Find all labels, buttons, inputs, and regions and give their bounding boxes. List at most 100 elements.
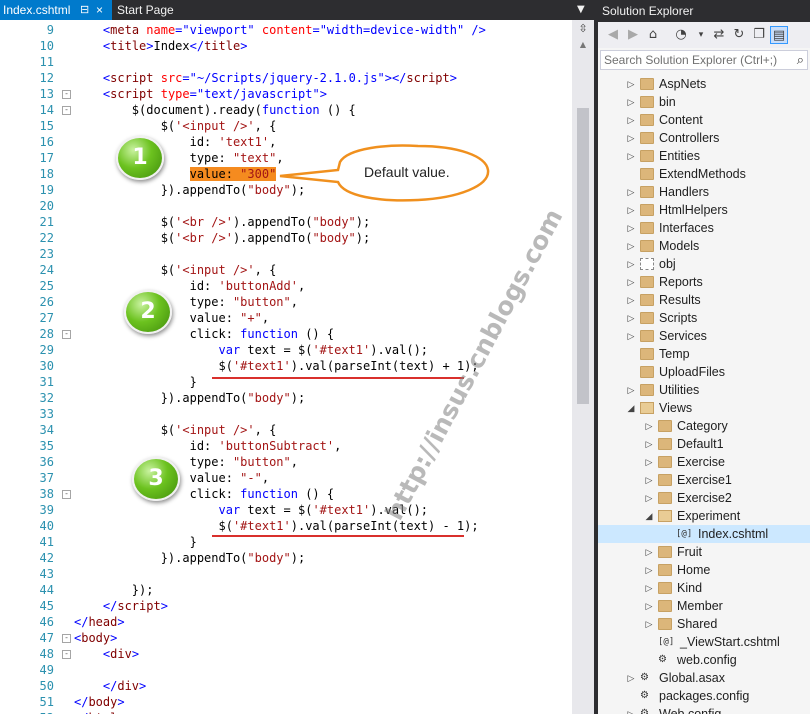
expand-arrow-icon[interactable]: ▷	[644, 453, 654, 471]
tree-node[interactable]: ▷ Kind	[598, 579, 810, 597]
tree-node[interactable]: ▷ Exercise1	[598, 471, 810, 489]
expand-arrow-icon[interactable]: ▷	[644, 471, 654, 489]
expand-arrow-icon[interactable]: ▷	[644, 579, 654, 597]
tree-node[interactable]: ▷ Default1	[598, 435, 810, 453]
tab-index-cshtml[interactable]: Index.cshtml ⊟ ×	[0, 0, 112, 20]
sync-icon[interactable]: ◔	[672, 26, 690, 44]
expand-arrow-icon[interactable]: ▷	[626, 183, 636, 201]
tab-dropdown-icon[interactable]: ▼	[577, 0, 585, 20]
code-line[interactable]: 12 <script src="~/Scripts/jquery-2.1.0.j…	[0, 70, 572, 86]
scroll-up-icon[interactable]: ▲	[575, 40, 591, 49]
expand-arrow-icon[interactable]: ▷	[626, 291, 636, 309]
search-icon[interactable]: ⌕	[797, 51, 804, 69]
refresh-icon[interactable]: ↻	[730, 26, 748, 44]
fold-toggle-icon[interactable]: -	[62, 90, 71, 99]
expand-arrow-icon[interactable]: ▷	[626, 669, 636, 687]
tab-start-page[interactable]: Start Page	[114, 0, 204, 20]
code-line[interactable]: 24 $('<input />', {	[0, 262, 572, 278]
expand-arrow-icon[interactable]: ▷	[626, 273, 636, 291]
tree-node[interactable]: ▷ Results	[598, 291, 810, 309]
tree-node[interactable]: ▷ Shared	[598, 615, 810, 633]
code-line[interactable]: 48- <div>	[0, 646, 572, 662]
code-line[interactable]: 51 </body>	[0, 694, 572, 710]
tree-node[interactable]: ⚙ web.config	[598, 651, 810, 669]
code-line[interactable]: 37 value: "-",	[0, 470, 572, 486]
tree-node[interactable]: ▷ Content	[598, 111, 810, 129]
code-line[interactable]: 46 </head>	[0, 614, 572, 630]
expand-arrow-icon[interactable]: ▷	[626, 237, 636, 255]
code-line[interactable]: 49	[0, 662, 572, 678]
back-icon[interactable]: ◀	[604, 26, 622, 44]
tree-node[interactable]: ▷ AspNets	[598, 75, 810, 93]
code-line[interactable]: 44 });	[0, 582, 572, 598]
code-line[interactable]: 40 $('#text1').val(parseInt(text) - 1);	[0, 518, 572, 534]
expand-arrow-icon[interactable]: ▷	[626, 129, 636, 147]
tree-node[interactable]: ▷ Fruit	[598, 543, 810, 561]
code-line[interactable]: 13- <script type="text/javascript">	[0, 86, 572, 102]
home-icon[interactable]: ⌂	[644, 26, 662, 44]
code-line[interactable]: 15 $('<input />', {	[0, 118, 572, 134]
code-line[interactable]: 9 <meta name="viewport" content="width=d…	[0, 22, 572, 38]
expand-arrow-icon[interactable]: ▷	[644, 615, 654, 633]
tree-node[interactable]: ▷ Home	[598, 561, 810, 579]
expand-arrow-icon[interactable]: ▷	[626, 705, 636, 714]
collapse-all-icon[interactable]: ❐	[750, 26, 768, 44]
tree-node[interactable]: ▷ HtmlHelpers	[598, 201, 810, 219]
tree-node[interactable]: ▷ Reports	[598, 273, 810, 291]
collapse-arrow-icon[interactable]: ◢	[626, 399, 636, 417]
vertical-scrollbar[interactable]: ⇳ ▲	[572, 20, 594, 714]
code-line[interactable]: 32 }).appendTo("body");	[0, 390, 572, 406]
expand-arrow-icon[interactable]: ▷	[626, 93, 636, 111]
tree-node[interactable]: Temp	[598, 345, 810, 363]
tree-node[interactable]: ▷ ⚙ Web.config	[598, 705, 810, 714]
tree-node[interactable]: ▷ Interfaces	[598, 219, 810, 237]
tree-node[interactable]: ▷ Controllers	[598, 129, 810, 147]
code-line[interactable]: 21 $('<br />').appendTo("body");	[0, 214, 572, 230]
tree-node[interactable]: ▷ Exercise2	[598, 489, 810, 507]
code-line[interactable]: 38- click: function () {	[0, 486, 572, 502]
expand-arrow-icon[interactable]: ▷	[626, 111, 636, 129]
split-view-icon[interactable]: ⇳	[575, 22, 591, 36]
expand-arrow-icon[interactable]: ▷	[626, 255, 636, 273]
tree-node[interactable]: ▷ obj	[598, 255, 810, 273]
expand-arrow-icon[interactable]: ▷	[626, 309, 636, 327]
expand-arrow-icon[interactable]: ▷	[626, 381, 636, 399]
tree-node[interactable]: ◢ Views	[598, 399, 810, 417]
tree-node[interactable]: ▷ ⚙ Global.asax	[598, 669, 810, 687]
code-line[interactable]: 11	[0, 54, 572, 70]
tree-node[interactable]: ▷ Models	[598, 237, 810, 255]
code-line[interactable]: 35 id: 'buttonSubtract',	[0, 438, 572, 454]
expand-arrow-icon[interactable]: ▷	[644, 435, 654, 453]
code-line[interactable]: 42 }).appendTo("body");	[0, 550, 572, 566]
code-line[interactable]: 25 id: 'buttonAdd',	[0, 278, 572, 294]
pending-changes-icon[interactable]: ⇄	[710, 26, 728, 44]
fold-toggle-icon[interactable]: -	[62, 634, 71, 643]
code-line[interactable]: 52 </html>	[0, 710, 572, 714]
tree-node[interactable]: [@] Index.cshtml	[598, 525, 810, 543]
code-line[interactable]: 10 <title>Index</title>	[0, 38, 572, 54]
dropdown-icon[interactable]: ▾	[692, 26, 710, 44]
expand-arrow-icon[interactable]: ▷	[644, 417, 654, 435]
code-line[interactable]: 47- <body>	[0, 630, 572, 646]
fold-toggle-icon[interactable]: -	[62, 106, 71, 115]
collapse-arrow-icon[interactable]: ◢	[644, 507, 654, 525]
expand-arrow-icon[interactable]: ▷	[644, 561, 654, 579]
close-icon[interactable]: ×	[96, 0, 103, 20]
tree-node[interactable]: ExtendMethods	[598, 165, 810, 183]
tree-node[interactable]: ▷ bin	[598, 93, 810, 111]
scrollbar-thumb[interactable]	[577, 108, 589, 404]
expand-arrow-icon[interactable]: ▷	[644, 597, 654, 615]
show-all-files-icon[interactable]: ▤	[770, 26, 788, 44]
expand-arrow-icon[interactable]: ▷	[626, 147, 636, 165]
code-line[interactable]: 50 </div>	[0, 678, 572, 694]
code-line[interactable]: 14- $(document).ready(function () {	[0, 102, 572, 118]
expand-arrow-icon[interactable]: ▷	[626, 219, 636, 237]
tree-node[interactable]: ◢ Experiment	[598, 507, 810, 525]
fold-toggle-icon[interactable]: -	[62, 650, 71, 659]
tree-node[interactable]: ▷ Scripts	[598, 309, 810, 327]
solution-tree[interactable]: ▷ AspNets ▷ bin ▷ Content ▷ Controllers ▷ Entitie…	[598, 72, 810, 714]
search-input[interactable]: Search Solution Explorer (Ctrl+;) ⌕	[600, 50, 808, 70]
tree-node[interactable]: ▷ Member	[598, 597, 810, 615]
code-line[interactable]: 43	[0, 566, 572, 582]
fold-toggle-icon[interactable]: -	[62, 490, 71, 499]
